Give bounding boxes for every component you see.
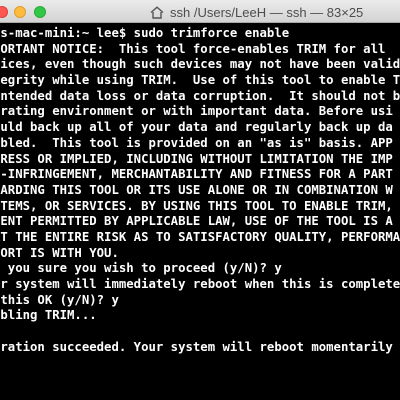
terminal-line: N-INFRINGEMENT, MERCHANTABILITY AND FITN… [0, 167, 393, 182]
terminal-line: TENT PERMITTED BY APPLICABLE LAW, USE OF… [0, 214, 393, 229]
terminal-line: eration succeeded. Your system will rebo… [0, 339, 393, 354]
terminal-line: ould back up all of your data and regula… [0, 120, 393, 135]
terminal-line: PRESS OR IMPLIED, INCLUDING WITHOUT LIMI… [0, 151, 393, 166]
terminal-line: abled. This tool is provided on an "as i… [0, 135, 393, 150]
terminal-line: intended data loss or data corruption. I… [0, 88, 400, 103]
terminal-line: FORT IS WITH YOU. [0, 245, 119, 260]
home-folder-icon [150, 5, 164, 19]
title-bar[interactable]: ssh /Users/LeeH — ssh — 83×25 [0, 0, 400, 23]
minimize-button[interactable] [14, 6, 26, 18]
terminal-line: erating environment or with important da… [0, 104, 393, 119]
terminal-line: abling TRIM... [0, 308, 97, 323]
terminal-line: tegrity while using TRIM. Use of this to… [0, 73, 400, 88]
terminal-output[interactable]: es-mac-mini:~ lee$ sudo trimforce enable… [0, 23, 400, 400]
terminal-line: AT THE ENTIRE RISK AS TO SATISFACTORY QU… [0, 229, 400, 244]
terminal-line: PORTANT NOTICE: This tool force-enables … [0, 41, 386, 56]
terminal-line: STEMS, OR SERVICES. BY USING THIS TOOL T… [0, 198, 393, 213]
window-title: ssh /Users/LeeH — ssh — 83×25 [170, 4, 364, 20]
terminal-line: e you sure you wish to proceed (y/N)? y [0, 261, 282, 276]
terminal-line: ur system will immediately reboot when t… [0, 277, 400, 291]
terminal-line: vices, even though such devices may not … [0, 57, 400, 72]
zoom-button[interactable] [34, 6, 46, 18]
terminal-window: ssh /Users/LeeH — ssh — 83×25 es-mac-min… [0, 0, 400, 400]
terminal-line: this OK (y/N)? y [0, 292, 119, 307]
window-title-group: ssh /Users/LeeH — ssh — 83×25 [150, 4, 363, 20]
terminal-line: GARDING THIS TOOL OR ITS USE ALONE OR IN… [0, 182, 393, 197]
terminal-line: es-mac-mini:~ lee$ sudo trimforce enable [0, 26, 290, 40]
close-button[interactable] [0, 6, 8, 18]
